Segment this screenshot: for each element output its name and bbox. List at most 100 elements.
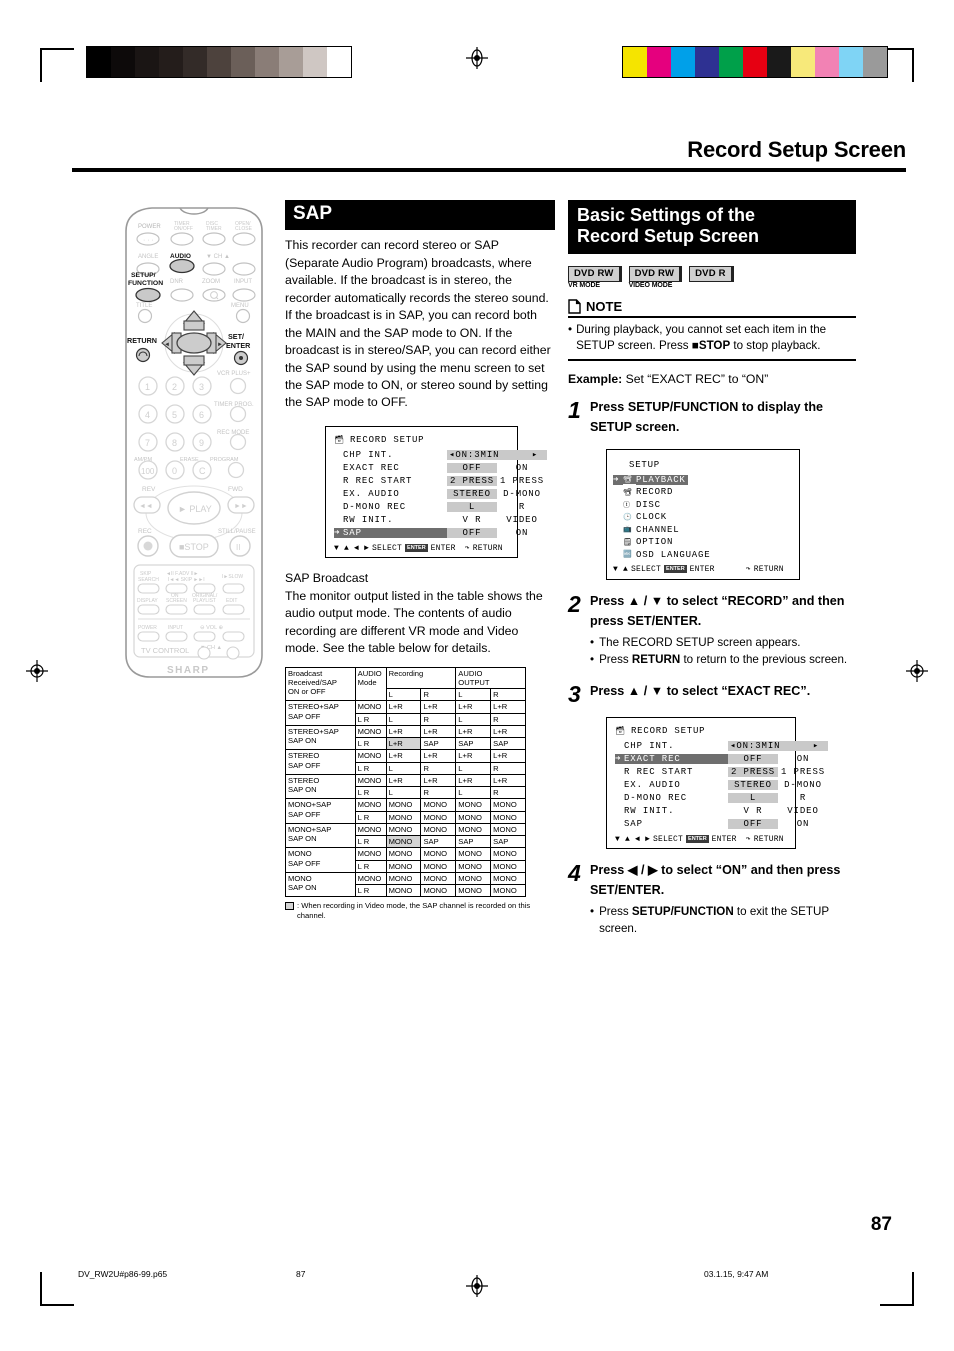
osd-row-ex-audio[interactable]: EX. AUDIO STEREO D-MONO xyxy=(615,778,821,791)
registration-mark-top xyxy=(466,47,488,69)
dpad-glyphs: ▼ ▲ ◄ ► xyxy=(615,834,651,844)
bullet-dot-icon: • xyxy=(590,635,595,649)
cell-out-r: L+R xyxy=(490,773,526,788)
osd-row-value-2[interactable]: VIDEO xyxy=(497,515,547,525)
cell-audio-mode: MONO xyxy=(354,847,387,861)
osd-row-chp-int[interactable]: CHP INT. ◂ON:3MIN ▸ xyxy=(615,739,828,752)
osd-row-value-1[interactable]: ◂ON:3MIN xyxy=(447,449,523,460)
osd-row-value-2[interactable]: D-MONO xyxy=(497,489,547,499)
cell-broadcast: STEREO+SAP SAP ON xyxy=(285,724,356,751)
osd-row-value-1[interactable]: 2 PRESS xyxy=(728,766,778,777)
osd-row-value-1[interactable]: STEREO xyxy=(728,779,778,790)
example-line: Example: Set “EXACT REC” to “ON” xyxy=(568,372,856,386)
color-swatch-8 xyxy=(815,47,839,77)
th-out-r: R xyxy=(490,688,526,702)
osd-row-sap[interactable]: ➜ SAP OFF ON xyxy=(334,526,527,539)
osd-setup-item-disc[interactable]: ⓣ DISC xyxy=(613,499,791,512)
cell-rec-r: MONO xyxy=(420,822,457,837)
osd-row-exact-rec[interactable]: EXACT REC OFF ON xyxy=(334,461,527,474)
osd-row-value-2[interactable]: ON xyxy=(778,819,828,829)
osd-row-value-1[interactable]: OFF xyxy=(447,527,497,538)
th-broadcast: Broadcast Received/SAP ON or OFF xyxy=(285,666,356,702)
cell-out-r: R xyxy=(490,761,526,775)
svg-text:⊖ VOL ⊕: ⊖ VOL ⊕ xyxy=(200,625,223,631)
osd-row-label: RW INIT. xyxy=(624,805,675,816)
step-4: 4 Press ◀ / ▶ to select “ON” and then pr… xyxy=(568,861,856,938)
cell-audio-mode: MONO xyxy=(354,871,387,886)
cell-out-l: L+R xyxy=(455,773,492,788)
cell-out-l: MONO xyxy=(455,871,492,886)
osd-row-r-rec-start[interactable]: R REC START 2 PRESS 1 PRESS xyxy=(615,765,824,778)
disc-badge-2: DVD R xyxy=(689,263,734,282)
osd-setup-item-option[interactable]: 🗒 OPTION xyxy=(613,536,791,549)
osd-row-value-1[interactable]: V R xyxy=(447,515,497,525)
step-2-number: 2 xyxy=(568,591,581,618)
osd-row-r-rec-start[interactable]: R REC START 2 PRESS 1 PRESS xyxy=(334,474,543,487)
svg-text:◄◄: ◄◄ xyxy=(139,503,153,510)
osd-row-value-1[interactable]: ◂ON:3MIN xyxy=(728,740,804,751)
osd-row-value-2[interactable]: ▸ xyxy=(804,740,828,751)
osd-row-value-1[interactable]: L xyxy=(447,501,497,512)
step-1-text: Press SETUP/FUNCTION to display the SETU… xyxy=(590,400,824,435)
osd-setup-footer: ▼ ▲ SELECT ENTER ENTER ↷ RETURN xyxy=(613,564,791,575)
osd-row-label: SAP xyxy=(624,818,643,829)
osd-row-value-2[interactable]: VIDEO xyxy=(778,806,828,816)
cell-out-l: L xyxy=(455,786,492,800)
table-row: MONO SAP OFF MONO MONO MONO MONO MONO xyxy=(285,847,526,873)
basic-heading-line1: Basic Settings of the xyxy=(577,205,756,225)
cell-rec-l: MONO xyxy=(385,871,422,886)
osd-row-value-1[interactable]: STEREO xyxy=(447,488,497,499)
osd-row-value-2[interactable]: R xyxy=(778,793,828,803)
osd-row-value-1[interactable]: L xyxy=(728,792,778,803)
osd-setup-item-icon: 🗒 xyxy=(623,538,633,547)
disc-badge-main: DVD R xyxy=(689,266,734,282)
osd-row-value-2[interactable]: D-MONO xyxy=(778,780,828,790)
sap-broadcast-body: The monitor output listed in the table s… xyxy=(285,588,543,656)
osd-row-value-1[interactable]: OFF xyxy=(728,818,778,829)
gray-swatch-0 xyxy=(87,47,111,77)
osd-setup-item-playback[interactable]: ➜ 📽 PLAYBACK xyxy=(613,474,791,487)
osd-row-value-1[interactable]: OFF xyxy=(447,462,497,473)
osd-row-d-mono-rec[interactable]: D-MONO REC L R xyxy=(615,791,805,804)
crop-mark-tl-v xyxy=(40,48,42,82)
svg-text:MENU: MENU xyxy=(231,303,249,309)
step-bullet: • Press RETURN to return to the previous … xyxy=(590,652,856,668)
osd-row-value-1[interactable]: 2 PRESS xyxy=(447,475,497,486)
osd-row-d-mono-rec[interactable]: D-MONO REC L R xyxy=(334,500,524,513)
osd-row-rw-init[interactable]: RW INIT. V R VIDEO xyxy=(615,804,818,817)
osd-setup-item-record[interactable]: 📽 RECORD xyxy=(613,486,791,499)
osd-row-value-2[interactable]: 1 PRESS xyxy=(497,476,547,486)
osd-setup-screen: SETUP ➜ 📽 PLAYBACK 📽 RECORD ⓣ DISC 🕒 CLOCK 📺 CHANN… xyxy=(606,449,800,581)
osd-row-sap[interactable]: SAP OFF ON xyxy=(615,817,808,830)
osd-row-exact-rec[interactable]: ➜ EXACT REC OFF ON xyxy=(615,752,808,765)
svg-text:TIMER: TIMER xyxy=(206,226,222,232)
osd-row-value-2[interactable]: R xyxy=(497,502,547,512)
osd-row-chp-int[interactable]: CHP INT. ◂ON:3MIN ▸ xyxy=(334,448,547,461)
svg-text:6: 6 xyxy=(199,410,204,420)
svg-text:TV CONTROL: TV CONTROL xyxy=(141,646,189,655)
osd-row-value-1[interactable]: V R xyxy=(728,806,778,816)
note-label: NOTE xyxy=(586,298,623,314)
note-page-icon xyxy=(568,299,581,314)
osd-row-value-2[interactable]: ON xyxy=(497,463,547,473)
osd-row-ex-audio[interactable]: EX. AUDIO STEREO D-MONO xyxy=(334,487,540,500)
osd-setup-item-clock[interactable]: 🕒 CLOCK xyxy=(613,511,791,524)
svg-text:SET/: SET/ xyxy=(228,332,244,341)
osd-setup-item-channel[interactable]: 📺 CHANNEL xyxy=(613,524,791,537)
page-canvas: Record Setup Screen POWER TIMER ON/OFF D… xyxy=(0,0,954,1351)
osd-row-value-2[interactable]: ▸ xyxy=(523,449,547,460)
osd-row-value-1[interactable]: OFF xyxy=(728,753,778,764)
svg-text:REV: REV xyxy=(142,486,156,493)
cell-rec-r: R xyxy=(420,712,457,726)
osd-row-rw-init[interactable]: RW INIT. V R VIDEO xyxy=(334,513,537,526)
osd-row-value-2[interactable]: ON xyxy=(497,528,547,538)
osd-record-footer: ▼ ▲ ◄ ► SELECT ENTER ENTER ↷ RETURN xyxy=(615,834,787,845)
cell-audio-mode: MONO xyxy=(354,700,387,714)
osd-record-select-label: SELECT xyxy=(653,834,684,844)
cell-rec-r: L+R xyxy=(420,773,457,788)
osd-row-value-2[interactable]: 1 PRESS xyxy=(778,767,828,777)
osd-setup-item-osd-language[interactable]: 🔤 OSD LANGUAGE xyxy=(613,549,791,562)
disc-badge-1: DVD RW VIDEO MODE xyxy=(628,263,683,289)
osd-row-value-2[interactable]: ON xyxy=(778,754,828,764)
cell-out-r: MONO xyxy=(490,884,526,898)
